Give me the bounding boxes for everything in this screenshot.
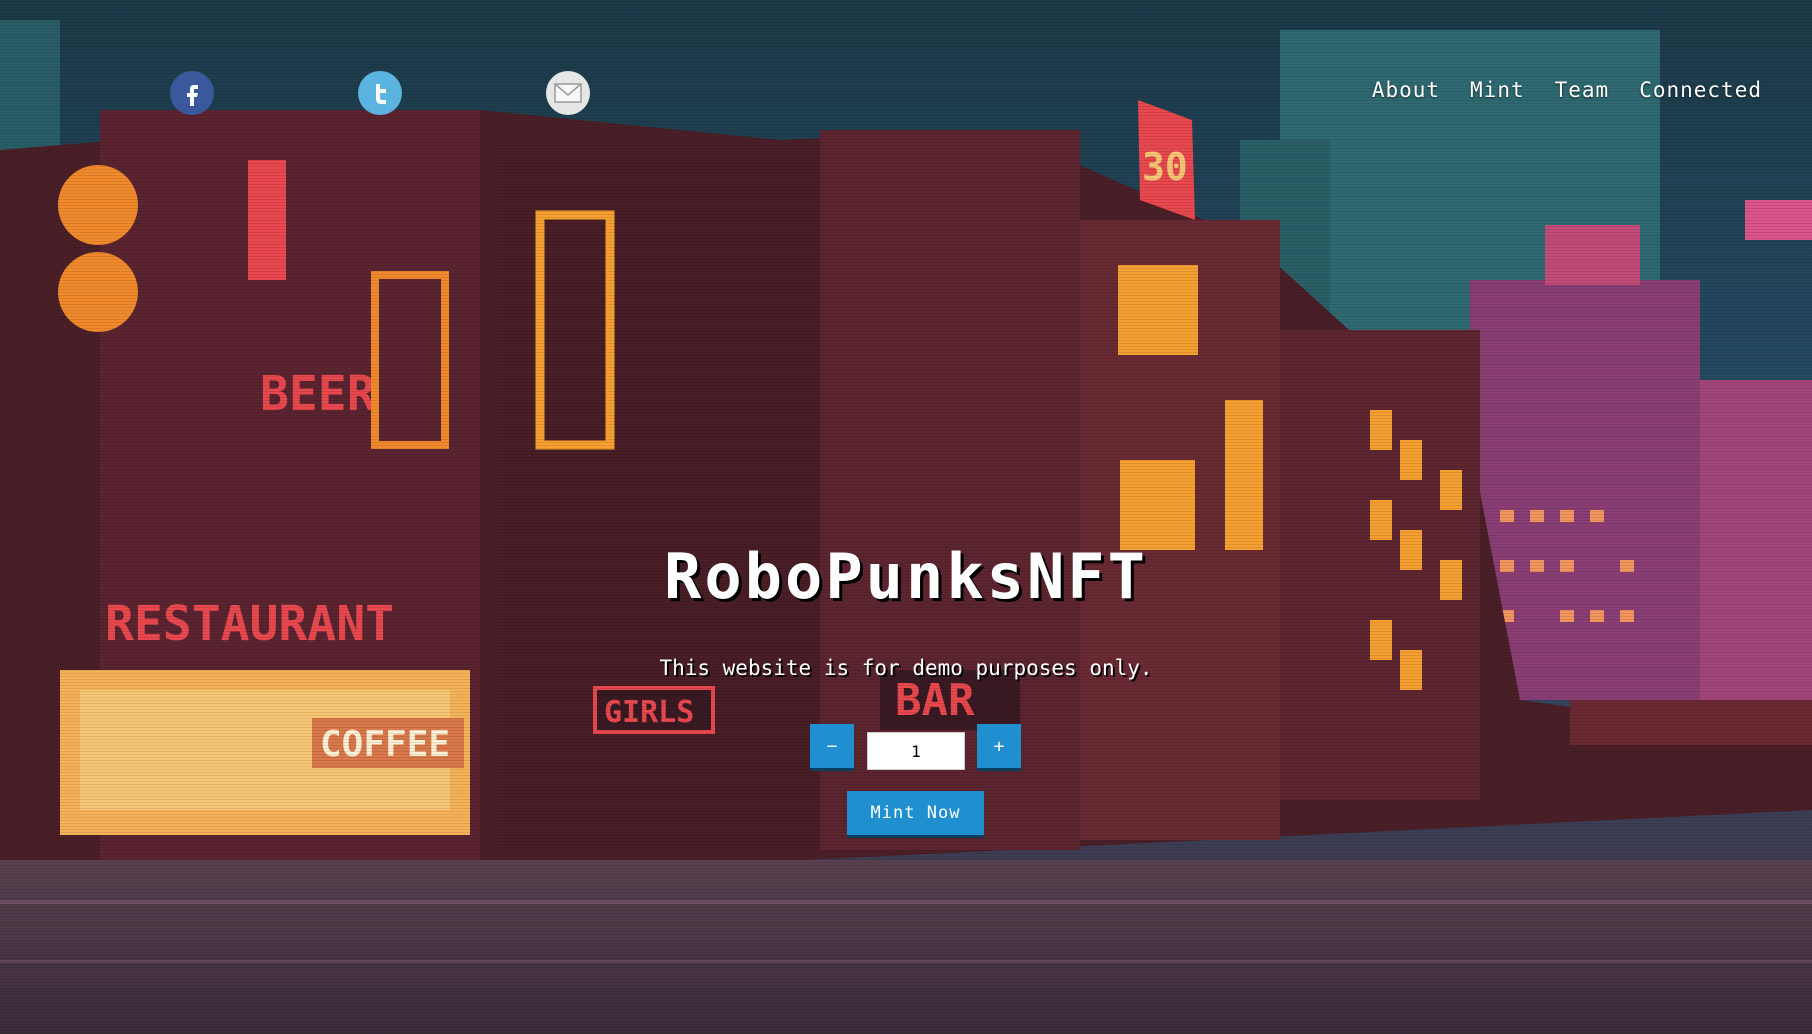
svg-text:BAR: BAR <box>895 675 975 726</box>
twitter-link[interactable] <box>358 71 402 115</box>
increment-button[interactable]: + <box>977 724 1021 768</box>
email-icon <box>554 83 582 103</box>
mint-quantity-input[interactable] <box>867 732 965 770</box>
svg-text:30: 30 <box>1142 145 1188 189</box>
svg-text:COFFEE: COFFEE <box>320 724 450 765</box>
cyberpunk-city-background: BEER RESTAURANT COFFEE GIRLS BAR 30 <box>0 0 1812 1034</box>
email-link[interactable] <box>546 71 590 115</box>
nav-team[interactable]: Team <box>1555 78 1610 102</box>
nav-mint[interactable]: Mint <box>1470 78 1525 102</box>
svg-text:BEER: BEER <box>260 366 376 422</box>
mint-now-button[interactable]: Mint Now <box>847 791 984 835</box>
svg-text:GIRLS: GIRLS <box>604 695 694 730</box>
facebook-link[interactable] <box>170 71 214 115</box>
facebook-icon <box>187 85 198 106</box>
nav-about[interactable]: About <box>1372 78 1440 102</box>
decrement-button[interactable]: − <box>810 724 854 768</box>
demo-disclaimer: This website is for demo purposes only. <box>659 656 1153 680</box>
page-title: RoboPunksNFT <box>664 540 1148 613</box>
twitter-icon <box>376 84 386 104</box>
top-navigation: About Mint Team Connected <box>1342 78 1762 102</box>
nav-connected[interactable]: Connected <box>1639 78 1762 102</box>
